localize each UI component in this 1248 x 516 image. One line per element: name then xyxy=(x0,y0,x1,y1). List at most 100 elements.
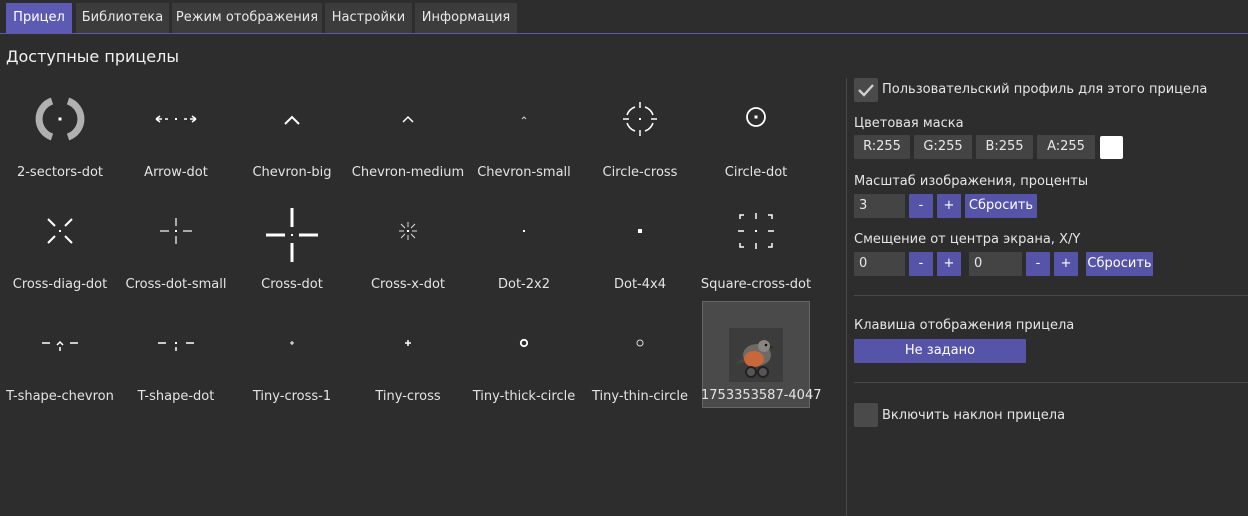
two-sectors-dot-icon xyxy=(2,96,118,166)
offset-y-minus-button[interactable]: - xyxy=(1026,252,1050,276)
tiny-thin-circle-icon xyxy=(582,320,698,390)
chevron-small-icon xyxy=(466,96,582,166)
crosshair-item[interactable]: Circle-dot xyxy=(698,72,814,184)
crosshair-item[interactable]: Chevron-big xyxy=(234,72,350,184)
section-divider xyxy=(854,295,1248,296)
tab-underline xyxy=(0,33,1248,34)
t-shape-dot-icon xyxy=(118,320,234,390)
crosshair-item[interactable]: Circle-cross xyxy=(582,72,698,184)
tiny-cross-icon xyxy=(350,320,466,390)
crosshair-item[interactable]: T-shape-dot xyxy=(118,296,234,408)
offset-y-plus-button[interactable]: + xyxy=(1054,252,1078,276)
offset-y-input[interactable]: 0 xyxy=(969,252,1022,276)
scale-plus-button[interactable]: + xyxy=(937,194,961,218)
crosshair-label: Circle-cross xyxy=(602,165,678,180)
crosshair-grid: 2-sectors-dot Arrow-dot Chevron-big Chev… xyxy=(0,72,846,516)
crosshair-label: Dot-4x4 xyxy=(614,277,666,292)
tilt-checkbox[interactable] xyxy=(854,403,878,427)
custom-profile-checkbox[interactable] xyxy=(854,78,878,102)
crosshair-item[interactable]: Cross-x-dot xyxy=(350,184,466,296)
crosshair-label: 2-sectors-dot xyxy=(16,165,104,180)
crosshair-item[interactable]: Cross-diag-dot xyxy=(2,184,118,296)
crosshair-label: T-shape-chevron xyxy=(6,389,114,404)
cross-dot-small-icon xyxy=(118,208,234,278)
crosshair-item[interactable]: Square-cross-dot xyxy=(698,184,814,296)
crosshair-label: Tiny-thick-circle xyxy=(472,389,576,404)
crosshair-label: Square-cross-dot xyxy=(700,277,812,292)
crosshair-item-selected[interactable]: 1753353587-4047 xyxy=(701,301,822,408)
circle-dot-icon xyxy=(698,96,814,166)
crosshair-item[interactable]: Tiny-cross xyxy=(350,296,466,408)
crosshair-item[interactable]: Tiny-thin-circle xyxy=(582,296,698,408)
crosshair-item[interactable]: Tiny-thick-circle xyxy=(466,296,582,408)
crosshair-item[interactable]: Chevron-small xyxy=(466,72,582,184)
custom-profile-label: Пользовательский профиль для этого прице… xyxy=(882,82,1208,97)
cross-x-dot-icon xyxy=(350,208,466,278)
bird-image-icon xyxy=(703,327,809,397)
scale-input[interactable]: 3 xyxy=(854,194,905,218)
crosshair-item[interactable]: Arrow-dot xyxy=(118,72,234,184)
checkmark-icon xyxy=(858,84,874,97)
tilt-label: Включить наклон прицела xyxy=(882,408,1066,423)
crosshair-label: 1753353587-4047 xyxy=(701,388,822,403)
crosshair-label: Tiny-cross-1 xyxy=(252,389,332,404)
hotkey-button[interactable]: Не задано xyxy=(854,339,1026,363)
cross-dot-icon xyxy=(234,208,350,278)
tab-crosshair[interactable]: Прицел xyxy=(6,3,72,33)
color-b-field[interactable]: B:255 xyxy=(976,135,1033,159)
crosshair-label: Chevron-medium xyxy=(351,165,465,180)
scale-label: Масштаб изображения, проценты xyxy=(854,174,1089,189)
crosshair-item[interactable]: Cross-dot xyxy=(234,184,350,296)
crosshair-item[interactable]: Tiny-cross-1 xyxy=(234,296,350,408)
color-mask-label: Цветовая маска xyxy=(854,116,964,131)
dot-2x2-icon xyxy=(466,208,582,278)
tiny-cross-1-icon xyxy=(234,320,350,390)
crosshair-label: Dot-2x2 xyxy=(498,277,550,292)
crosshair-label: T-shape-dot xyxy=(137,389,215,404)
chevron-medium-icon xyxy=(350,96,466,166)
vertical-divider xyxy=(846,78,847,516)
crosshair-label: Cross-dot xyxy=(261,277,323,292)
crosshair-item[interactable]: 2-sectors-dot xyxy=(2,72,118,184)
crosshair-item[interactable]: Chevron-medium xyxy=(350,72,466,184)
crosshair-label: Chevron-small xyxy=(477,165,571,180)
crosshair-item[interactable]: Cross-dot-small xyxy=(118,184,234,296)
scale-minus-button[interactable]: - xyxy=(909,194,933,218)
crosshair-item[interactable]: T-shape-chevron xyxy=(2,296,118,408)
bird-thumbnail xyxy=(729,328,783,382)
crosshair-item[interactable]: Dot-4x4 xyxy=(582,184,698,296)
section-divider xyxy=(854,382,1248,383)
hotkey-label: Клавиша отображения прицела xyxy=(854,318,1075,333)
crosshair-label: Cross-x-dot xyxy=(370,277,445,292)
color-a-field[interactable]: A:255 xyxy=(1037,135,1095,159)
crosshair-label: Chevron-big xyxy=(252,165,332,180)
offset-label: Смещение от центра экрана, X/Y xyxy=(854,232,1081,247)
circle-cross-icon xyxy=(582,96,698,166)
crosshair-item[interactable]: Dot-2x2 xyxy=(466,184,582,296)
offset-x-input[interactable]: 0 xyxy=(854,252,905,276)
t-shape-chevron-icon xyxy=(2,320,118,390)
cross-diag-dot-icon xyxy=(2,208,118,278)
tab-bar: Прицел Библиотека Режим отображения Наст… xyxy=(0,0,1248,35)
tab-settings[interactable]: Настройки xyxy=(325,3,412,33)
crosshair-label: Arrow-dot xyxy=(144,165,208,180)
chevron-big-icon xyxy=(234,96,350,166)
square-cross-dot-icon xyxy=(698,208,814,278)
color-swatch[interactable] xyxy=(1100,136,1123,159)
offset-reset-button[interactable]: Сбросить xyxy=(1086,252,1153,276)
dot-4x4-icon xyxy=(582,208,698,278)
page-title: Доступные прицелы xyxy=(6,47,179,66)
offset-x-minus-button[interactable]: - xyxy=(909,252,933,276)
tab-info[interactable]: Информация xyxy=(415,3,517,33)
crosshair-label: Tiny-cross xyxy=(375,389,441,404)
color-r-field[interactable]: R:255 xyxy=(854,135,910,159)
scale-reset-button[interactable]: Сбросить xyxy=(965,194,1037,218)
crosshair-label: Cross-dot-small xyxy=(125,277,227,292)
offset-x-plus-button[interactable]: + xyxy=(937,252,961,276)
color-g-field[interactable]: G:255 xyxy=(914,135,972,159)
crosshair-label: Cross-diag-dot xyxy=(12,277,108,292)
crosshair-label: Tiny-thin-circle xyxy=(591,389,688,404)
tab-display-mode[interactable]: Режим отображения xyxy=(172,3,322,33)
tab-library[interactable]: Библиотека xyxy=(76,3,169,33)
tiny-thick-circle-icon xyxy=(466,320,582,390)
